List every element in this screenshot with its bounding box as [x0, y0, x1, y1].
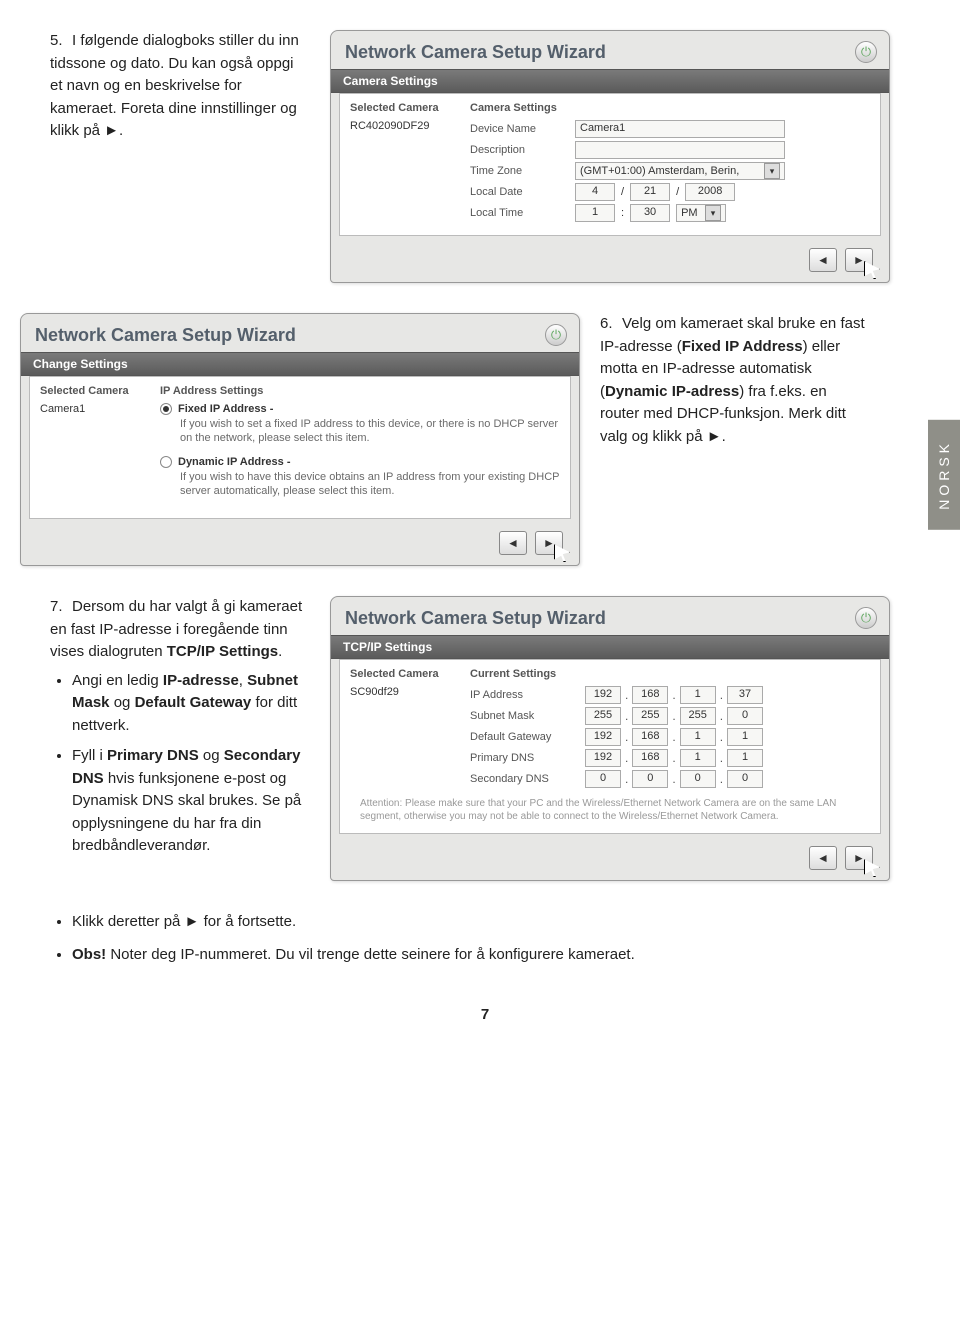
gateway-label: Default Gateway	[470, 731, 585, 743]
secondary-dns-label: Secondary DNS	[470, 773, 585, 785]
localdate-label: Local Date	[470, 186, 575, 198]
description-label: Description	[470, 144, 575, 156]
date-year-input[interactable]: 2008	[685, 183, 735, 201]
primary-dns-label: Primary DNS	[470, 752, 585, 764]
secondary-dns-input[interactable]: 0.0.0.0	[585, 770, 763, 788]
fixed-ip-option[interactable]: Fixed IP Address - If you wish to set a …	[160, 403, 560, 446]
step6-instructions: 6.Velg om kameraet skal bruke en fast IP…	[600, 313, 870, 566]
wizard-tcpip-settings: Network Camera Setup Wizard ⏻ TCP/IP Set…	[330, 596, 890, 881]
step5-text: I følgende dialogboks stiller du inn tid…	[50, 32, 299, 139]
power-icon[interactable]: ⏻	[855, 607, 877, 629]
page-number: 7	[50, 1006, 920, 1023]
device-name-label: Device Name	[470, 123, 575, 135]
ip-settings-header: IP Address Settings	[160, 385, 560, 397]
next-button[interactable]: ►	[845, 248, 873, 272]
wizard-title: Network Camera Setup Wizard	[345, 42, 606, 63]
selected-camera-header: Selected Camera	[40, 385, 160, 397]
step5-number: 5.	[50, 30, 72, 53]
time-hour-input[interactable]: 1	[575, 204, 615, 222]
selected-camera-value: Camera1	[40, 403, 160, 415]
bottom-bullet: Obs! Noter deg IP-nummeret. Du vil treng…	[72, 944, 920, 967]
selected-camera-value: RC402090DF29	[350, 120, 470, 132]
primary-dns-input[interactable]: 192.168.1.1	[585, 749, 763, 767]
current-settings-header: Current Settings	[470, 668, 870, 680]
subnet-mask-input[interactable]: 255.255.255.0	[585, 707, 763, 725]
selected-camera-header: Selected Camera	[350, 668, 470, 680]
next-button[interactable]: ►	[535, 531, 563, 555]
step7-bullet: Angi en ledig IP-adresse, Subnet Mask og…	[72, 670, 310, 738]
bottom-bullet: Klikk deretter på ► for å fortsette.	[72, 911, 920, 934]
step7-instructions: 7.Dersom du har valgt å gi kameraet en f…	[50, 596, 310, 881]
date-month-input[interactable]: 4	[575, 183, 615, 201]
timezone-select[interactable]: (GMT+01:00) Amsterdam, Berin, ▾	[575, 162, 785, 180]
selected-camera-header: Selected Camera	[350, 102, 470, 114]
timezone-label: Time Zone	[470, 165, 575, 177]
chevron-down-icon[interactable]: ▾	[705, 205, 721, 221]
wizard-title: Network Camera Setup Wizard	[35, 325, 296, 346]
description-input[interactable]	[575, 141, 785, 159]
prev-button[interactable]: ◄	[809, 248, 837, 272]
wizard-change-settings: Network Camera Setup Wizard ⏻ Change Set…	[20, 313, 580, 566]
wizard-camera-settings: Network Camera Setup Wizard ⏻ Camera Set…	[330, 30, 890, 283]
power-icon[interactable]: ⏻	[545, 324, 567, 346]
step7-bullet: Fyll i Primary DNS og Secondary DNS hvis…	[72, 745, 310, 858]
radio-icon[interactable]	[160, 403, 172, 415]
language-tab: NORSK	[928, 420, 960, 530]
ip-address-label: IP Address	[470, 689, 585, 701]
prev-button[interactable]: ◄	[809, 846, 837, 870]
device-name-input[interactable]: Camera1	[575, 120, 785, 138]
attention-note: Attention: Please make sure that your PC…	[350, 791, 870, 829]
subnet-mask-label: Subnet Mask	[470, 710, 585, 722]
radio-icon[interactable]	[160, 456, 172, 468]
step5-instructions: 5.I følgende dialogboks stiller du inn t…	[50, 30, 310, 283]
dynamic-ip-option[interactable]: Dynamic IP Address - If you wish to have…	[160, 456, 560, 499]
section-header: Camera Settings	[331, 69, 889, 93]
step6-number: 6.	[600, 313, 622, 336]
power-icon[interactable]: ⏻	[855, 41, 877, 63]
step7-number: 7.	[50, 596, 72, 619]
wizard-title: Network Camera Setup Wizard	[345, 608, 606, 629]
date-day-input[interactable]: 21	[630, 183, 670, 201]
gateway-input[interactable]: 192.168.1.1	[585, 728, 763, 746]
section-header: Change Settings	[21, 352, 579, 376]
ampm-select[interactable]: PM ▾	[676, 204, 726, 222]
next-button[interactable]: ►	[845, 846, 873, 870]
prev-button[interactable]: ◄	[499, 531, 527, 555]
time-min-input[interactable]: 30	[630, 204, 670, 222]
camera-settings-header: Camera Settings	[470, 102, 870, 114]
section-header: TCP/IP Settings	[331, 635, 889, 659]
chevron-down-icon[interactable]: ▾	[764, 163, 780, 179]
selected-camera-value: SC90df29	[350, 686, 470, 698]
bottom-instructions: Klikk deretter på ► for å fortsette. Obs…	[50, 911, 920, 966]
ip-address-input[interactable]: 192.168.1.37	[585, 686, 763, 704]
localtime-label: Local Time	[470, 207, 575, 219]
